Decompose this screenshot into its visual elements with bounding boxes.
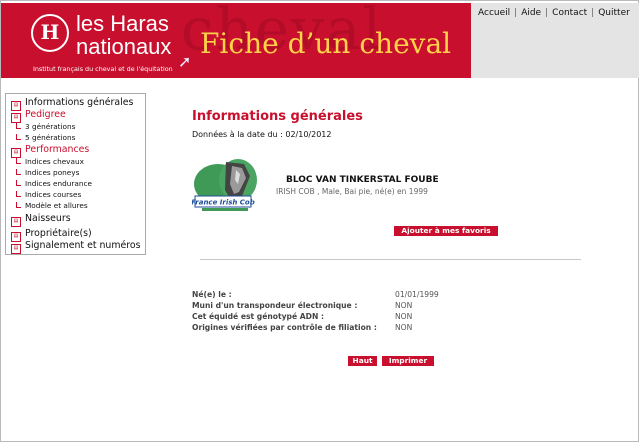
tree-branch-icon [16,158,21,164]
sidebar-item-modele-allures[interactable]: Modèle et allures [16,201,88,210]
document-icon: ▤ [11,217,21,227]
sidebar-item-indices-courses[interactable]: Indices courses [16,190,81,199]
nav-separator: | [514,8,518,18]
header-banner: cheval H les Haras nationaux Institut fr… [1,3,471,78]
nav-aide[interactable]: Aide [521,8,541,18]
horse-name: BLOC VAN TINKERSTAL FOUBE [286,175,439,185]
sidebar-item-indices-endurance[interactable]: Indices endurance [16,179,92,188]
tree-branch-icon [16,134,21,140]
detail-value-transponder: NON [395,301,413,310]
detail-label-dna: Cet équidé est génotypé ADN : [192,312,325,321]
header-right-panel: Accueil | Aide | Contact | Quitter [471,3,639,78]
sidebar-item-performances[interactable]: ▤ Performances [11,144,89,158]
nav-separator: | [591,8,595,18]
print-button[interactable]: Imprimer [382,356,434,366]
sidebar-item-indices-chevaux[interactable]: Indices chevaux [16,157,84,166]
divider [200,259,581,260]
top-navigation: Accueil | Aide | Contact | Quitter [471,8,639,18]
detail-label-origins: Origines vérifiées par contrôle de filia… [192,323,377,332]
logo-text-line2[interactable]: nationaux [76,36,171,58]
nav-contact[interactable]: Contact [552,8,587,18]
sidebar-item-pedigree[interactable]: ▤ Pedigree [11,109,66,123]
logo-text-line1[interactable]: les Haras [76,13,169,35]
detail-value-birthdate: 01/01/1999 [395,290,439,299]
back-to-top-button[interactable]: Haut [348,356,377,366]
section-title: Informations générales [192,109,363,124]
tree-branch-icon [16,191,21,197]
add-to-favorites-button[interactable]: Ajouter à mes favoris [394,226,498,236]
haras-logo-icon[interactable]: H [31,14,69,52]
tree-branch-icon [16,180,21,186]
sidebar-item-indices-poneys[interactable]: Indices poneys [16,168,79,177]
detail-label-transponder: Muni d'un transpondeur électronique : [192,301,358,310]
nav-quitter[interactable]: Quitter [598,8,630,18]
sidebar-item-naisseurs[interactable]: ▤ Naisseurs [11,213,71,227]
detail-label-birthdate: Né(e) le : [192,290,232,299]
sidebar-menu: ▤ Informations générales ▤ Pedigree 3 géné… [5,93,146,255]
tree-branch-icon [16,169,21,175]
data-date: Données à la date du : 02/10/2012 [192,130,332,139]
cursor-arrow-icon: ➚ [178,52,192,71]
horse-description: IRISH COB , Male, Bai pie, né(e) en 1999 [276,187,428,196]
sidebar-item-signalement[interactable]: ▤ Signalement et numéros [11,240,141,254]
stud-logo-text: France Irish Cob [192,199,255,207]
page-title: Fiche d’un cheval [200,27,452,60]
nav-separator: | [545,8,549,18]
sidebar-item-3-generations[interactable]: 3 générations [16,122,75,131]
tree-branch-icon [16,123,21,129]
nav-accueil[interactable]: Accueil [478,8,510,18]
detail-value-dna: NON [395,312,413,321]
logo-tagline: Institut français du cheval et de l'équi… [33,65,173,73]
tree-branch-icon [16,202,21,208]
document-icon: ▤ [11,244,21,254]
stud-book-logo: France Irish Cob [191,158,264,213]
sidebar-item-5-generations[interactable]: 5 générations [16,133,75,142]
detail-value-origins: NON [395,323,413,332]
